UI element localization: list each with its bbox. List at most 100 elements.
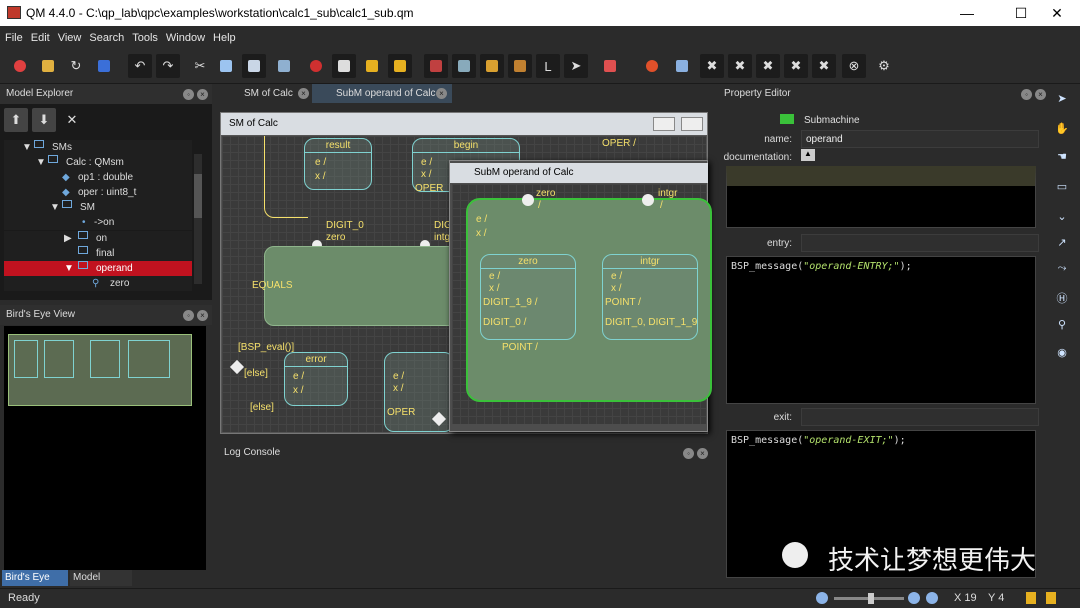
state-zero[interactable]: zero e / x / DIGIT_1_9 /DIGIT_0 / (480, 254, 576, 340)
stop-icon[interactable]: ⊗ (842, 54, 866, 78)
tree-item-operand[interactable]: ▼ operand (4, 260, 192, 276)
transition-tool-icon[interactable]: ↗ (1052, 236, 1072, 256)
grab-tool-icon[interactable]: ☚ (1052, 150, 1072, 170)
tool1-icon[interactable]: ✖ (700, 54, 724, 78)
tab-birds-eye[interactable]: Bird's Eye View (2, 570, 68, 599)
reload-icon[interactable]: ↻ (64, 54, 88, 78)
hand-tool-icon[interactable]: ✋ (1052, 122, 1072, 142)
paste-icon[interactable] (242, 54, 266, 78)
delete-icon[interactable] (304, 54, 328, 78)
tool5-icon[interactable]: ✖ (812, 54, 836, 78)
history-tool-icon[interactable]: Ⓗ (1052, 290, 1072, 310)
pointer-icon[interactable]: ➤ (564, 54, 588, 78)
entry-field[interactable] (801, 234, 1039, 252)
minimize-button[interactable]: — (944, 0, 990, 26)
tree-item-calc[interactable]: ▼ Calc : QMsm (4, 155, 192, 171)
cut-icon[interactable]: ✂ (188, 54, 212, 78)
undo-icon[interactable]: ↶ (128, 54, 152, 78)
entry-code-editor[interactable]: BSP_message("operand-ENTRY;"); (726, 256, 1036, 404)
layers-icon[interactable] (670, 54, 694, 78)
select-tool-icon[interactable]: ➤ (1052, 92, 1072, 112)
tab-subm-operand[interactable]: SubM operand of Calc × (312, 84, 452, 103)
float-icon-3[interactable]: ◦ (683, 448, 694, 459)
collapse-icon[interactable]: ✕ (60, 108, 84, 132)
final-tool-icon[interactable]: ◉ (1052, 346, 1072, 366)
entry-point-zero[interactable] (522, 194, 534, 206)
target-icon[interactable] (640, 54, 664, 78)
menu-file[interactable]: File (0, 26, 26, 44)
loc-icon[interactable]: L (536, 54, 560, 78)
zoom-tool-icon-2[interactable]: ⚲ (1052, 318, 1072, 338)
tree-item-final[interactable]: final (4, 245, 192, 261)
chevron-down-icon[interactable]: ⌄ (1052, 210, 1072, 230)
redo-icon[interactable]: ↷ (156, 54, 180, 78)
tool3-icon[interactable]: ✖ (756, 54, 780, 78)
settings-icon[interactable]: ⚙ (872, 54, 896, 78)
state-tool-icon[interactable]: ▭ (1052, 180, 1072, 200)
close-panel-icon-2[interactable]: × (197, 310, 208, 321)
image-icon[interactable] (452, 54, 476, 78)
tree-item-zero[interactable]: ⚲ zero (4, 275, 192, 291)
lock-status-icon[interactable] (1026, 592, 1036, 604)
unlock-status-icon[interactable] (1046, 592, 1056, 604)
float-icon-2[interactable]: ◦ (183, 310, 194, 321)
state-error[interactable]: error e / x / (284, 352, 348, 406)
sm-minimize-button[interactable] (653, 117, 675, 131)
log-console[interactable] (218, 464, 708, 586)
copy-icon[interactable] (214, 54, 238, 78)
name-field[interactable]: operand (801, 130, 1039, 148)
tab-sm-of-calc[interactable]: SM of Calc × (220, 84, 310, 103)
tree-item-op1[interactable]: ◆ op1 : double (4, 170, 192, 186)
state-intgr[interactable]: intgr e / x / POINT / DIGIT_0, DIGIT_1_9 (602, 254, 698, 340)
print-icon[interactable] (332, 54, 356, 78)
fork-tool-icon[interactable]: ⤳ (1052, 262, 1072, 282)
zoom-fit-icon[interactable] (926, 592, 938, 604)
zoom-tool-icon[interactable] (424, 54, 448, 78)
tree-scrollbar[interactable] (194, 154, 202, 284)
documentation-editor[interactable] (726, 166, 1036, 228)
tree-item-initial[interactable]: • ->on (4, 215, 192, 231)
tool4-icon[interactable]: ✖ (784, 54, 808, 78)
zoom-in-icon[interactable] (908, 592, 920, 604)
grid-icon[interactable] (598, 54, 622, 78)
tree-item-oper[interactable]: ◆ oper : uint8_t (4, 185, 192, 201)
float-icon[interactable]: ◦ (183, 89, 194, 100)
save-icon[interactable] (92, 54, 116, 78)
unlock-icon[interactable] (388, 54, 412, 78)
tree-item-sms[interactable]: ▼ SMs (4, 140, 192, 155)
up-icon[interactable]: ⬆ (4, 108, 28, 132)
state-result[interactable]: result e / x / (304, 138, 372, 190)
menu-help[interactable]: Help (208, 26, 239, 44)
state-operand-submachine[interactable] (264, 246, 464, 326)
menu-search[interactable]: Search (84, 26, 127, 44)
tool2-icon[interactable]: ✖ (728, 54, 752, 78)
zoom-slider[interactable] (834, 593, 904, 604)
close-panel-icon[interactable]: × (197, 89, 208, 100)
close-panel-icon-4[interactable]: × (1035, 89, 1046, 100)
tree-item-sm[interactable]: ▼ SM (4, 200, 192, 216)
clone-icon[interactable] (272, 54, 296, 78)
open-folder-icon[interactable] (36, 54, 60, 78)
tab-model-search[interactable]: Model Search (70, 570, 132, 599)
menu-edit[interactable]: Edit (26, 26, 53, 44)
export-icon[interactable] (480, 54, 504, 78)
tree-item-on[interactable]: ▶ on (4, 230, 192, 246)
menu-view[interactable]: View (53, 26, 85, 44)
menu-window[interactable]: Window (161, 26, 208, 44)
zoom-out-icon[interactable] (816, 592, 828, 604)
sm-restore-button[interactable] (681, 117, 703, 131)
new-model-icon[interactable] (8, 54, 32, 78)
exit-field[interactable] (801, 408, 1039, 426)
menu-tools[interactable]: Tools (127, 26, 161, 44)
code-icon[interactable] (508, 54, 532, 78)
entry-point-intgr[interactable] (642, 194, 654, 206)
lock-icon[interactable] (360, 54, 384, 78)
close-button[interactable]: ✕ (1034, 0, 1080, 26)
close-panel-icon-3[interactable]: × (697, 448, 708, 459)
down-icon[interactable]: ⬇ (32, 108, 56, 132)
collapse-doc-icon[interactable]: ▲ (801, 149, 815, 161)
subm-diagram-canvas[interactable]: zero / intgr / e / x / zero e / x / DIGIT_1… (452, 184, 712, 424)
birds-eye-view[interactable] (4, 326, 206, 570)
label-intgr-ep: intgr (658, 188, 678, 199)
float-icon-4[interactable]: ◦ (1021, 89, 1032, 100)
